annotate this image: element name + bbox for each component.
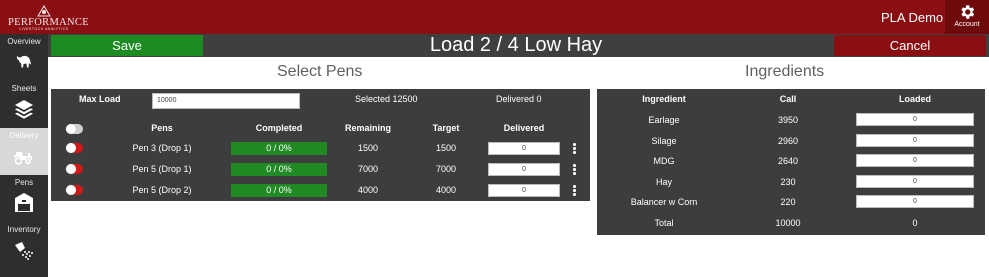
sidebar-item-label: Inventory [7, 225, 41, 234]
column-header-remaining: Remaining [344, 123, 391, 133]
cancel-button[interactable]: Cancel [834, 35, 986, 56]
company-logo: PERFORMANCE LIVESTOCK ANALYTICS [8, 3, 89, 31]
remaining-value: 7000 [357, 164, 379, 174]
pen-name: Pen 5 (Drop 1) [132, 164, 192, 174]
more-options-icon[interactable] [573, 185, 577, 197]
max-load-label: Max Load [79, 94, 121, 104]
target-value: 7000 [435, 164, 457, 174]
column-header-call: Call [779, 94, 797, 104]
barn-icon [15, 193, 33, 212]
ingredient-loaded-input[interactable]: 0 [856, 175, 974, 188]
sidebar-item-delivery[interactable]: Delivery [0, 128, 48, 175]
top-bar [0, 0, 989, 34]
column-header-target: Target [432, 123, 460, 133]
sidebar-item-label: Delivery [9, 131, 39, 140]
pens-panel: Max Load 10000 Selected 12500 Delivered … [51, 89, 590, 201]
completed-progress: 0 / 0% [231, 163, 327, 176]
delivered-input[interactable]: 0 [488, 184, 560, 197]
ingredient-loaded-input[interactable]: 0 [856, 195, 974, 208]
sidebar-item-inventory[interactable]: Inventory [0, 222, 48, 269]
column-header-loaded: Loaded [898, 94, 931, 104]
pen-select-toggle[interactable] [66, 185, 83, 195]
ingredient-call: 2640 [777, 156, 799, 166]
target-value: 1500 [435, 143, 457, 153]
more-options-icon[interactable] [573, 164, 577, 176]
ingredient-name: MDG [653, 156, 675, 166]
remaining-value: 4000 [357, 185, 379, 195]
ingredient-call: 230 [780, 177, 796, 187]
sidebar-item-label: Sheets [11, 84, 37, 93]
column-header-completed: Completed [255, 123, 303, 133]
ingredient-loaded-input[interactable]: 0 [856, 113, 974, 126]
delivered-input[interactable]: 0 [488, 142, 560, 155]
ingredients-title: Ingredients [745, 63, 825, 80]
ingredient-name: Balancer w Corn [630, 197, 698, 207]
sidebar-item-sheets[interactable]: Sheets [0, 81, 48, 128]
delivered-input[interactable]: 0 [488, 163, 560, 176]
grain-scoop-icon [15, 242, 33, 260]
total-loaded: 0 [912, 218, 918, 228]
total-call: 10000 [775, 218, 801, 228]
tractor-icon [14, 152, 32, 165]
select-all-toggle[interactable] [66, 124, 83, 134]
pen-name: Pen 5 (Drop 2) [132, 185, 192, 195]
sidebar-item-label: Pens [14, 178, 34, 187]
column-header-delivered: Delivered [503, 123, 545, 133]
remaining-value: 1500 [357, 143, 379, 153]
account-button[interactable]: Account [945, 0, 989, 34]
more-options-icon[interactable] [573, 143, 577, 155]
pen-select-toggle[interactable] [66, 143, 83, 153]
column-header-ingredient: Ingredient [642, 94, 686, 104]
delivered-total: Delivered 0 [496, 94, 542, 104]
page-title: Load 2 / 4 Low Hay [429, 34, 603, 56]
pen-select-toggle[interactable] [66, 164, 83, 174]
max-load-input[interactable]: 10000 [152, 93, 300, 109]
ingredient-name: Hay [655, 177, 672, 187]
pen-name: Pen 3 (Drop 1) [132, 143, 192, 153]
ingredient-name: Earlage [648, 115, 680, 125]
ingredient-loaded-input[interactable]: 0 [856, 154, 974, 167]
ingredient-call: 3950 [777, 115, 799, 125]
completed-progress: 0 / 0% [231, 184, 327, 197]
select-pens-title: Select Pens [277, 63, 363, 80]
gear-icon [961, 5, 975, 19]
sidebar-item-label: Overview [7, 37, 41, 46]
layers-icon [15, 100, 33, 119]
save-button[interactable]: Save [51, 35, 203, 56]
logo-subtitle: LIVESTOCK ANALYTICS [19, 27, 69, 31]
selected-total: Selected 12500 [355, 94, 418, 104]
sidebar-item-overview[interactable]: Overview [0, 34, 48, 81]
completed-progress: 0 / 0% [231, 142, 327, 155]
target-value: 4000 [435, 185, 457, 195]
ingredient-loaded-input[interactable]: 0 [856, 134, 974, 147]
ingredient-name: Silage [651, 136, 677, 146]
sidebar-item-pens[interactable]: Pens [0, 175, 48, 222]
user-name: PLA Demo [881, 10, 944, 25]
ingredients-panel: Ingredient Call Loaded Earlage 3950 0 Si… [597, 89, 985, 235]
ingredient-call: 220 [780, 197, 796, 207]
account-label: Account [954, 21, 980, 28]
sidebar: Overview Sheets Delivery Pens Inventory [0, 34, 48, 277]
column-header-pens: Pens [151, 123, 173, 133]
ingredient-call: 2960 [777, 136, 799, 146]
total-label: Total [654, 218, 674, 228]
bull-icon [16, 55, 31, 68]
